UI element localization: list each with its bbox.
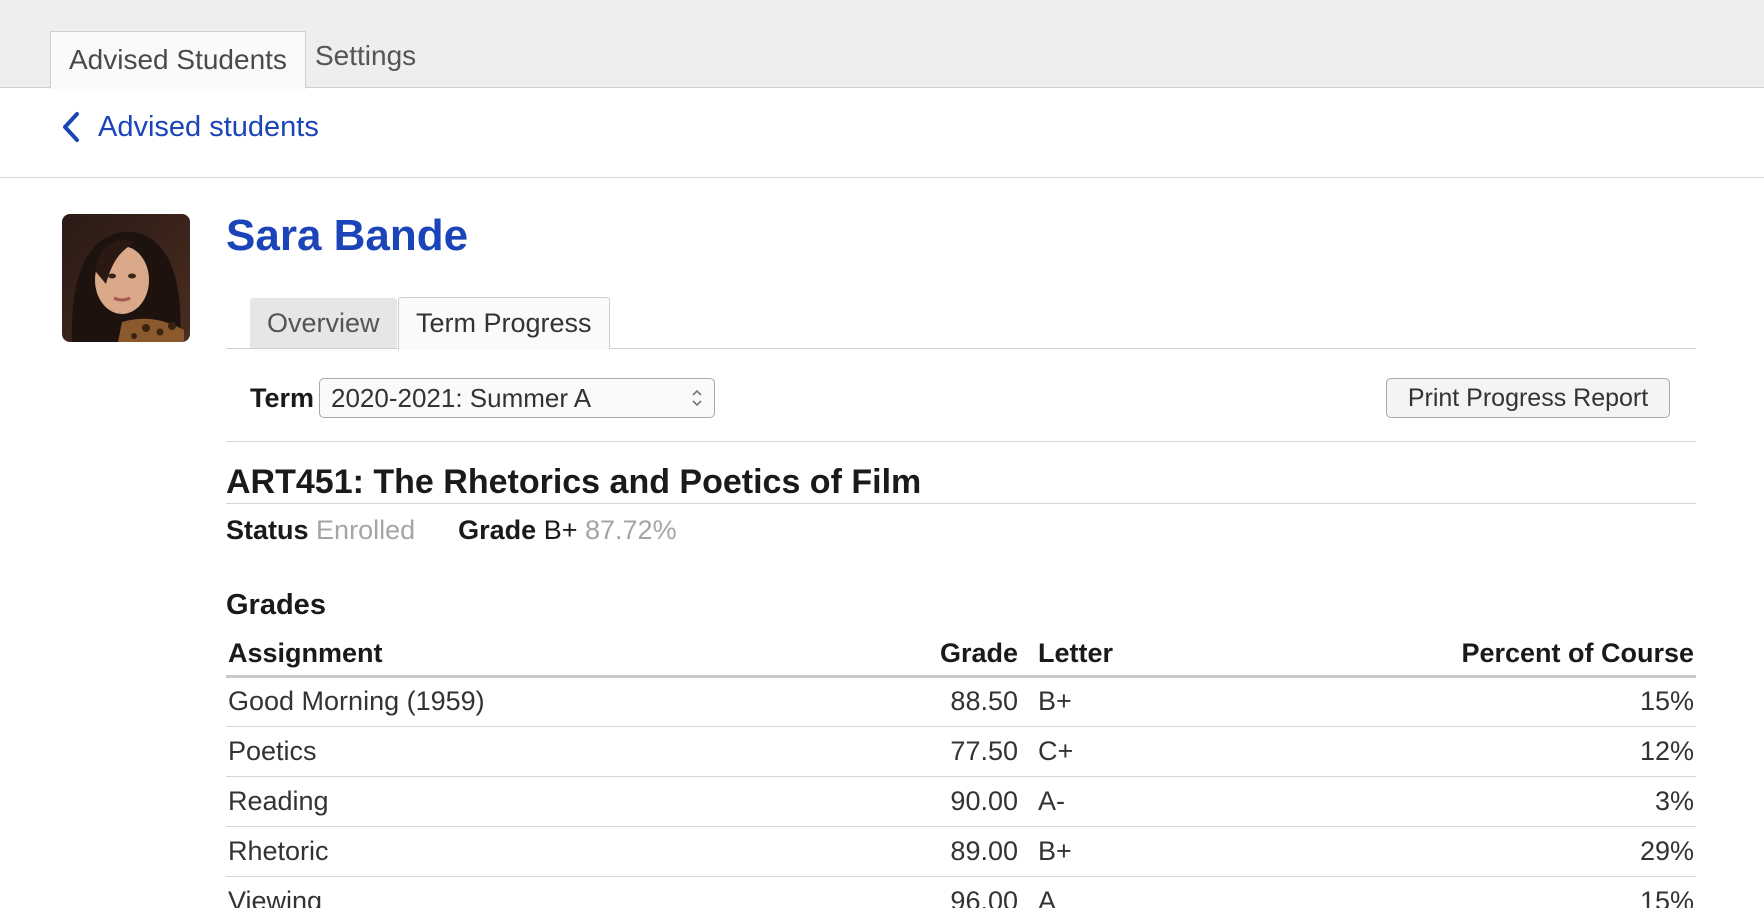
assignment-name: Reading xyxy=(226,776,926,827)
column-header-percent-of-course[interactable]: Percent of Course xyxy=(1336,632,1696,678)
top-tab-bar: Advised Students Settings xyxy=(0,0,1764,89)
table-header-row: Assignment Grade Letter Percent of Cours… xyxy=(226,632,1696,678)
table-row: Viewing 96.00 A 15% xyxy=(226,876,1696,908)
student-tabs: Overview Term Progress xyxy=(226,297,1696,350)
course-status-line: Status Enrolled Grade B+ 87.72% xyxy=(226,512,677,548)
table-row: Poetics 77.50 C+ 12% xyxy=(226,726,1696,777)
assignment-letter: A- xyxy=(1036,776,1336,827)
assignment-grade: 96.00 xyxy=(926,876,1036,908)
assignment-letter: C+ xyxy=(1036,726,1336,777)
table-row: Rhetoric 89.00 B+ 29% xyxy=(226,826,1696,877)
tab-overview[interactable]: Overview xyxy=(250,298,397,348)
table-row: Good Morning (1959) 88.50 B+ 15% xyxy=(226,676,1696,727)
assignment-grade: 89.00 xyxy=(926,826,1036,877)
student-name: Sara Bande xyxy=(226,211,469,260)
tab-term-progress[interactable]: Term Progress xyxy=(398,297,610,350)
column-header-letter[interactable]: Letter xyxy=(1036,632,1336,678)
term-toolbar: Term 2020-2021: Summer A Print Progress … xyxy=(226,376,1696,442)
course-title: ART451: The Rhetorics and Poetics of Fil… xyxy=(226,460,1696,504)
back-bar: Advised students xyxy=(0,88,1764,178)
status-value: Enrolled xyxy=(316,515,416,545)
back-link-advised-students[interactable]: Advised students xyxy=(60,110,319,144)
student-photo xyxy=(62,214,190,342)
assignment-name: Viewing xyxy=(226,876,926,908)
assignment-name: Rhetoric xyxy=(226,826,926,877)
assignment-grade: 77.50 xyxy=(926,726,1036,777)
assignment-grade: 88.50 xyxy=(926,676,1036,727)
assignment-percent: 3% xyxy=(1336,776,1696,827)
assignment-name: Poetics xyxy=(226,726,926,777)
grades-table: Assignment Grade Letter Percent of Cours… xyxy=(226,632,1696,908)
back-link-label: Advised students xyxy=(98,110,319,143)
status-label: Status xyxy=(226,515,309,545)
select-arrows-icon xyxy=(692,389,702,407)
column-header-grade[interactable]: Grade xyxy=(926,632,1036,678)
assignment-grade: 90.00 xyxy=(926,776,1036,827)
column-header-assignment[interactable]: Assignment xyxy=(226,632,926,678)
grades-heading: Grades xyxy=(226,589,326,621)
grade-label: Grade xyxy=(458,515,537,545)
assignment-percent: 29% xyxy=(1336,826,1696,877)
avatar xyxy=(62,214,190,342)
assignment-letter: B+ xyxy=(1036,826,1336,877)
assignment-percent: 12% xyxy=(1336,726,1696,777)
term-label: Term xyxy=(250,383,315,413)
tab-advised-students[interactable]: Advised Students xyxy=(50,31,306,89)
grade-letter: B+ xyxy=(543,515,578,545)
term-select[interactable]: 2020-2021: Summer A xyxy=(319,378,715,418)
grade-percent: 87.72% xyxy=(585,515,677,545)
assignment-percent: 15% xyxy=(1336,676,1696,727)
table-row: Reading 90.00 A- 3% xyxy=(226,776,1696,827)
print-progress-report-button[interactable]: Print Progress Report xyxy=(1386,378,1670,418)
assignment-name: Good Morning (1959) xyxy=(226,676,926,727)
assignment-letter: B+ xyxy=(1036,676,1336,727)
assignment-percent: 15% xyxy=(1336,876,1696,908)
tab-settings[interactable]: Settings xyxy=(297,28,434,86)
term-select-value: 2020-2021: Summer A xyxy=(331,383,592,413)
assignment-letter: A xyxy=(1036,876,1336,908)
chevron-left-icon xyxy=(63,112,79,142)
